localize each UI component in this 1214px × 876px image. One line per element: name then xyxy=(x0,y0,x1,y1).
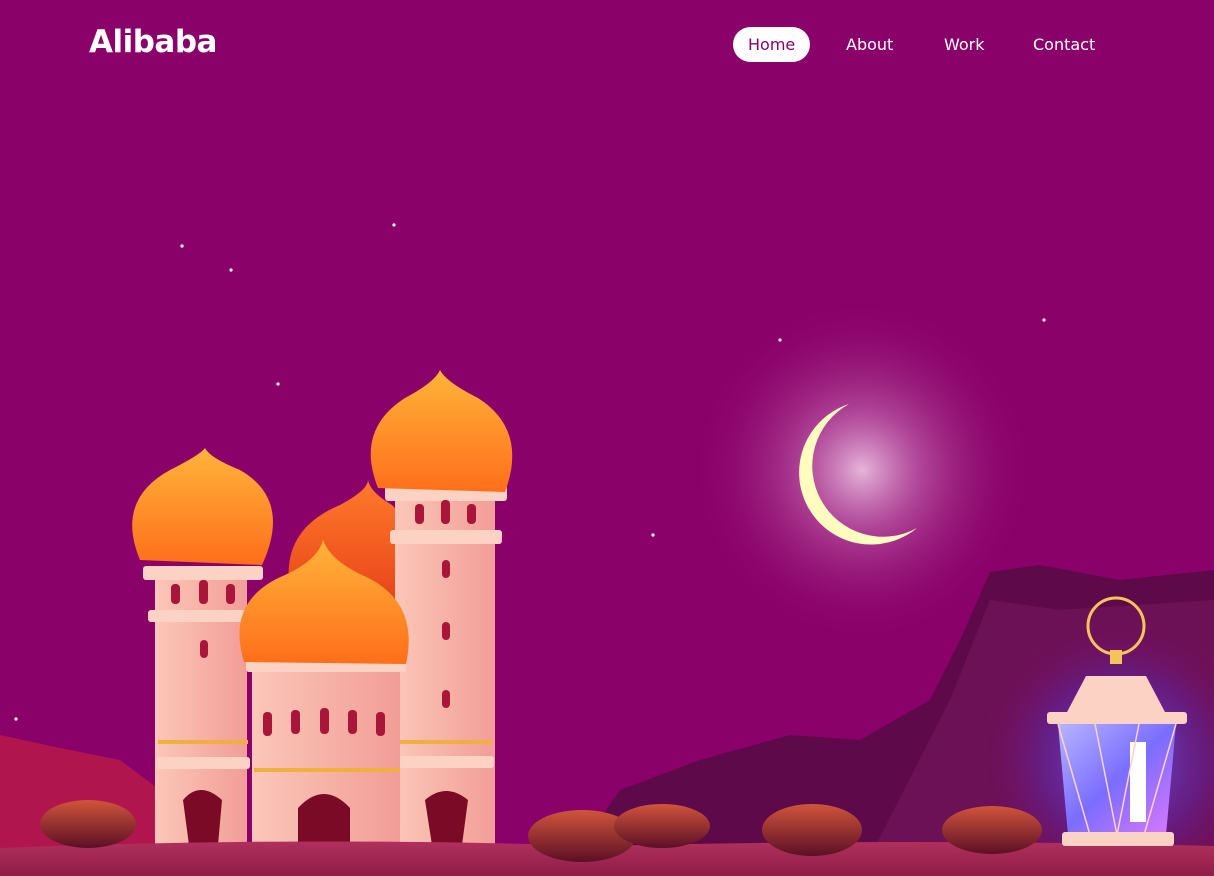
mosque-icon xyxy=(132,370,513,845)
nav-home[interactable]: Home xyxy=(733,27,811,62)
navbar: Alibaba Home About Work Contact xyxy=(0,0,1214,88)
nav-work[interactable]: Work xyxy=(944,27,985,62)
nav-about[interactable]: About xyxy=(846,27,893,62)
moon-glow xyxy=(692,300,1032,640)
nav-contact[interactable]: Contact xyxy=(1033,27,1095,62)
hero-illustration xyxy=(0,223,1214,876)
brand-logo[interactable]: Alibaba xyxy=(89,24,217,60)
